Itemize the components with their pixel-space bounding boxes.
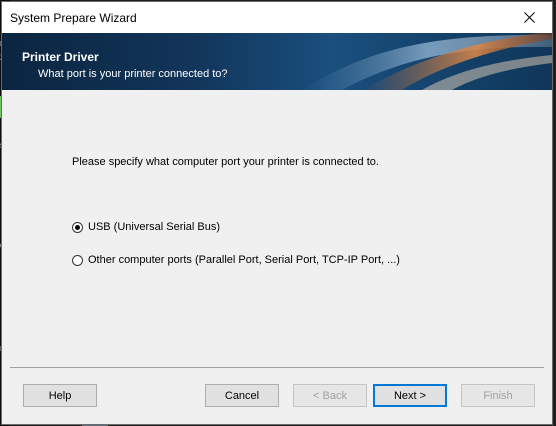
- wizard-window: System Prepare Wizard Printer Driver Wha…: [1, 1, 553, 425]
- button-separator: [10, 367, 544, 368]
- close-icon: [524, 12, 535, 23]
- usb-radio-button[interactable]: [72, 221, 83, 233]
- window-title: System Prepare Wizard: [10, 11, 137, 25]
- banner-title: Printer Driver: [22, 50, 99, 64]
- cancel-button[interactable]: Cancel: [205, 384, 279, 407]
- other-ports-option[interactable]: Other computer ports (Parallel Port, Ser…: [72, 254, 400, 266]
- finish-button[interactable]: Finish: [461, 384, 535, 407]
- other-ports-radio-button[interactable]: [72, 254, 83, 266]
- back-button[interactable]: < Back: [293, 384, 367, 407]
- close-button[interactable]: [507, 2, 552, 33]
- port-prompt-text: Please specify what computer port your p…: [72, 156, 379, 168]
- title-bar[interactable]: System Prepare Wizard: [2, 2, 552, 33]
- other-ports-option-label: Other computer ports (Parallel Port, Ser…: [88, 254, 400, 266]
- usb-port-option[interactable]: USB (Universal Serial Bus): [72, 221, 220, 233]
- banner-subtitle: What port is your printer connected to?: [38, 68, 228, 80]
- help-button[interactable]: Help: [23, 384, 97, 407]
- header-banner: Printer Driver What port is your printer…: [2, 33, 552, 90]
- usb-option-label: USB (Universal Serial Bus): [88, 221, 221, 233]
- next-button[interactable]: Next >: [373, 384, 447, 407]
